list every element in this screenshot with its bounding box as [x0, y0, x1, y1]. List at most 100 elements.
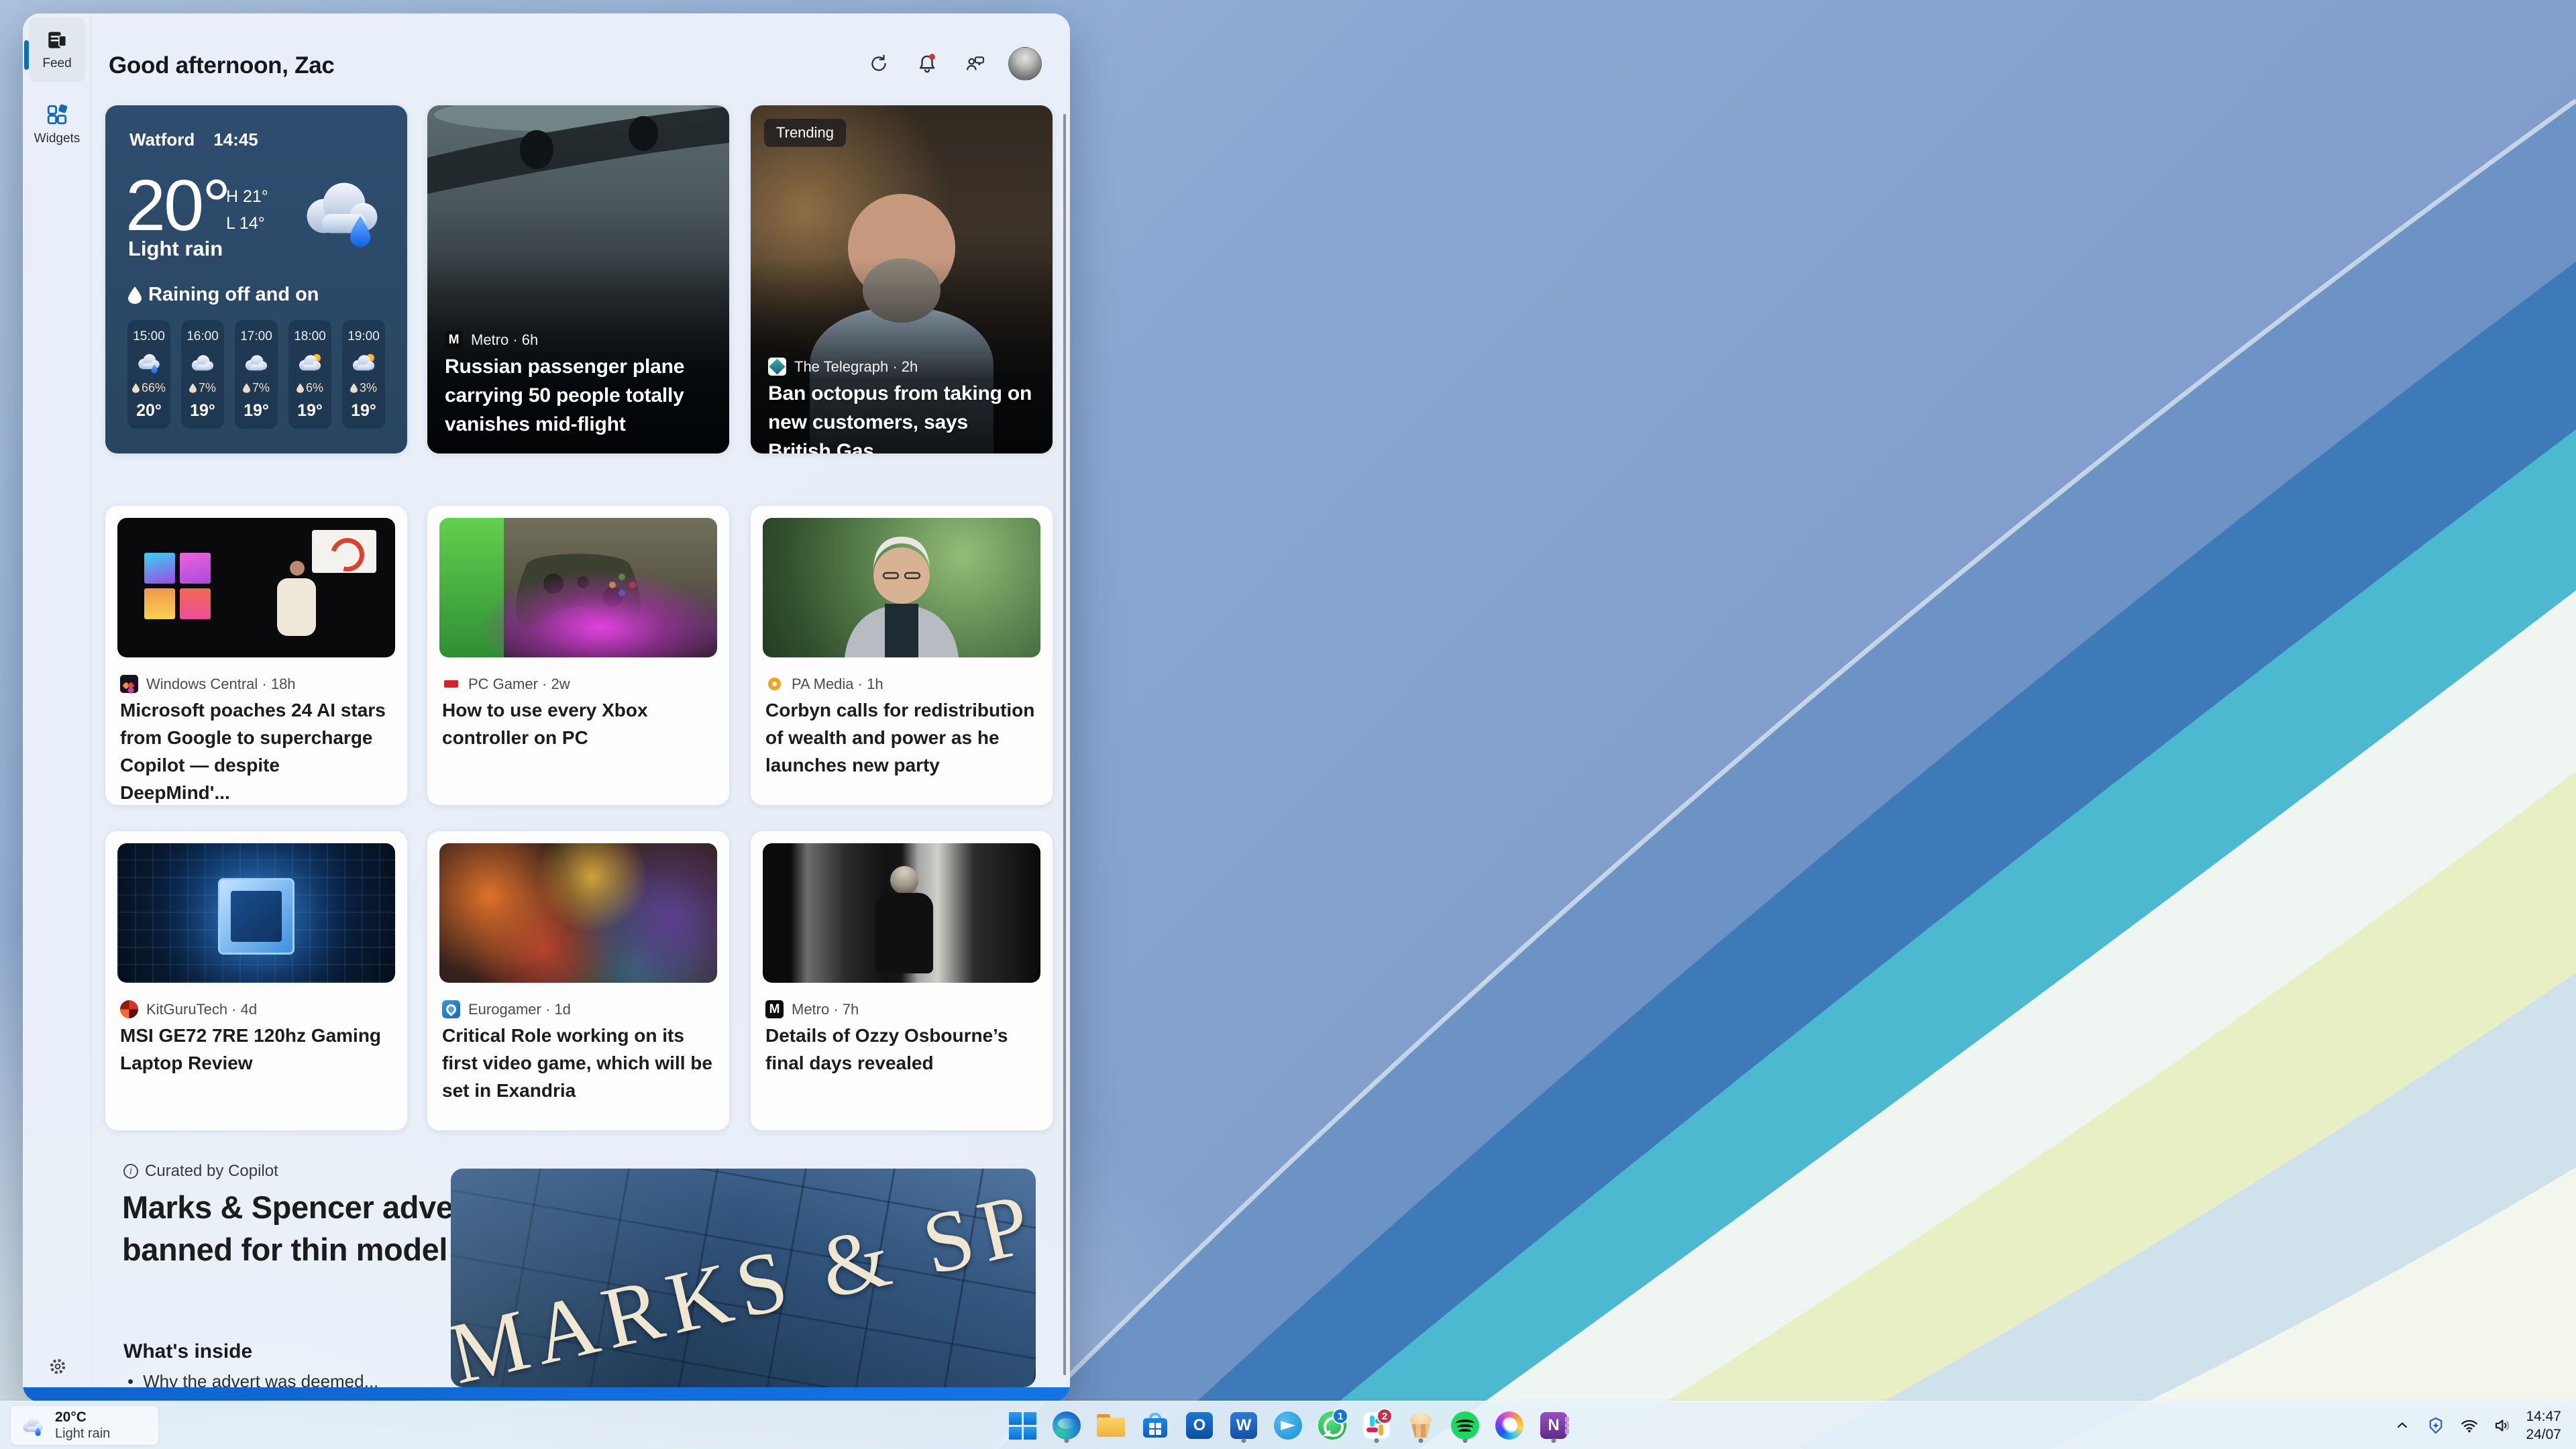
- weather-condition: Light rain: [128, 237, 223, 261]
- hour-tile[interactable]: 15:00 66% 20°: [127, 320, 170, 429]
- word-icon: W: [1230, 1412, 1257, 1439]
- source-row: M Metro · 6h: [445, 331, 538, 349]
- feedback-button[interactable]: [960, 48, 991, 79]
- taskbar-weather-temp: 20°C: [55, 1409, 110, 1426]
- article-image: [763, 518, 1040, 657]
- source-meta: Eurogamer · 1d: [468, 1001, 571, 1018]
- onenote-icon: N: [1540, 1412, 1567, 1439]
- source-row: The Telegraph · 2h: [768, 358, 918, 376]
- whats-inside-heading: What's inside: [123, 1340, 252, 1363]
- windows-central-logo: [120, 675, 138, 693]
- running-indicator-dot: [1375, 1438, 1379, 1443]
- taskbar-store-button[interactable]: [1139, 1407, 1171, 1444]
- article-image: [117, 518, 395, 657]
- raindrop-icon: [243, 383, 250, 393]
- weather-alert: Raining off and on: [128, 284, 319, 306]
- panel-sidebar: Feed Widgets: [23, 13, 91, 1402]
- copilot-headline[interactable]: Marks & Spencer advert banned for thin m…: [122, 1186, 484, 1271]
- news-card[interactable]: Trending The Telegraph · 2h Ban octopus …: [751, 105, 1053, 453]
- weather-high-low: H 21° L 14°: [226, 183, 268, 237]
- pa-media-logo: [765, 675, 784, 693]
- source-row: PC Gamer · 2w: [442, 675, 570, 693]
- hour-tile[interactable]: 19:00 3% 19°: [342, 320, 385, 429]
- taskbar-spotify-button[interactable]: [1449, 1407, 1481, 1444]
- slack-badge: 2: [1377, 1408, 1393, 1424]
- cloud-rain-icon: [133, 350, 164, 374]
- source-row: Windows Central · 18h: [120, 675, 296, 693]
- network-button[interactable]: [2455, 1408, 2484, 1443]
- taskbar-copilot-button[interactable]: [1493, 1407, 1525, 1444]
- cloud-sun-icon: [348, 350, 379, 374]
- taskbar-file-explorer-button[interactable]: [1095, 1407, 1127, 1444]
- chevron-up-icon: [2394, 1417, 2411, 1434]
- hidden-icons-button[interactable]: [2387, 1408, 2417, 1443]
- cutoff-card-strip: [23, 1387, 1070, 1402]
- source-meta: PA Media · 1h: [792, 676, 883, 693]
- taskbar-word-button[interactable]: W: [1228, 1407, 1260, 1444]
- gear-icon: [48, 1356, 68, 1377]
- volume-button[interactable]: [2488, 1408, 2518, 1443]
- header-actions: [863, 47, 1042, 80]
- taskbar-whatsapp-button[interactable]: 1: [1316, 1407, 1348, 1444]
- raindrop-icon: [189, 383, 197, 393]
- news-card[interactable]: PA Media · 1h Corbyn calls for redistrib…: [751, 506, 1053, 805]
- taskbar-onenote-button[interactable]: N: [1538, 1407, 1570, 1444]
- cloud-sun-icon: [294, 350, 325, 374]
- eurogamer-logo: [442, 1000, 460, 1018]
- notifications-button[interactable]: [912, 48, 943, 79]
- desktop: { "panel": { "greeting": "Good afternoon…: [0, 0, 2576, 1449]
- refresh-button[interactable]: [863, 48, 894, 79]
- taskbar-edge-button[interactable]: [1051, 1407, 1083, 1444]
- speaker-icon: [2493, 1415, 2513, 1436]
- news-card[interactable]: Eurogamer · 1d Critical Role working on …: [427, 831, 729, 1130]
- news-title: Details of Ozzy Osbourne’s final days re…: [765, 1022, 1038, 1077]
- hour-tile[interactable]: 16:00 7% 19°: [181, 320, 224, 429]
- avatar[interactable]: [1008, 47, 1042, 80]
- taskbar-slack-button[interactable]: 2: [1360, 1407, 1393, 1444]
- edge-icon: [1053, 1411, 1081, 1440]
- sidebar-item-feed[interactable]: Feed: [29, 17, 85, 82]
- clock-time: 14:47: [2526, 1407, 2561, 1426]
- info-icon: i: [123, 1164, 138, 1179]
- weather-time: 14:45: [213, 129, 258, 150]
- cloud-icon: [241, 350, 272, 374]
- panel-scrollbar[interactable]: [1063, 114, 1066, 1375]
- taskbar-app-icons: O W 1 2 N: [1006, 1401, 1570, 1449]
- clock[interactable]: 14:47 24/07: [2522, 1407, 2568, 1444]
- raindrop-icon: [132, 383, 140, 393]
- weather-card[interactable]: Watford 14:45 20° H 21° L 14° Light rain…: [105, 105, 407, 453]
- taskbar-cupcake-app-button[interactable]: [1405, 1407, 1437, 1444]
- news-card[interactable]: M Metro · 6h Russian passenger plane car…: [427, 105, 729, 453]
- source-meta: Metro · 7h: [792, 1001, 859, 1018]
- wifi-icon: [2459, 1415, 2479, 1436]
- source-row: KitGuruTech · 4d: [120, 1000, 257, 1018]
- running-indicator-dot: [1242, 1438, 1246, 1443]
- raindrop-icon: [128, 286, 142, 304]
- hour-tile[interactable]: 17:00 7% 19°: [235, 320, 278, 429]
- news-title: How to use every Xbox controller on PC: [442, 696, 714, 751]
- source-meta: PC Gamer · 2w: [468, 676, 570, 693]
- telegraph-logo: [768, 358, 786, 376]
- start-button[interactable]: [1006, 1407, 1038, 1444]
- source-meta: KitGuruTech · 4d: [146, 1001, 257, 1018]
- sidebar-widgets-label: Widgets: [34, 131, 80, 146]
- news-card[interactable]: M Metro · 7h Details of Ozzy Osbourne’s …: [751, 831, 1053, 1130]
- selected-accent-pill: [24, 40, 29, 70]
- hour-tile[interactable]: 18:00 6% 19°: [288, 320, 331, 429]
- taskbar-outlook-button[interactable]: O: [1183, 1407, 1216, 1444]
- raindrop-icon: [350, 383, 358, 393]
- news-title: MSI GE72 7RE 120hz Gaming Laptop Review: [120, 1022, 392, 1077]
- sidebar-item-widgets[interactable]: Widgets: [29, 93, 85, 157]
- sidebar-feed-label: Feed: [42, 56, 71, 71]
- panel-settings-button[interactable]: [45, 1354, 70, 1379]
- copilot-article-image[interactable]: MARKS & SP: [451, 1169, 1036, 1387]
- news-card[interactable]: PC Gamer · 2w How to use every Xbox cont…: [427, 506, 729, 805]
- spotify-icon: [1451, 1411, 1479, 1440]
- taskbar-weather-widget[interactable]: 20°C Light rain: [11, 1406, 158, 1445]
- feed-icon: [46, 28, 68, 51]
- news-card[interactable]: KitGuruTech · 4d MSI GE72 7RE 120hz Gami…: [105, 831, 407, 1130]
- taskbar-telegram-button[interactable]: [1272, 1407, 1304, 1444]
- portrait-photo: [763, 518, 1040, 657]
- news-card[interactable]: Windows Central · 18h Microsoft poaches …: [105, 506, 407, 805]
- tray-app-button[interactable]: [2421, 1408, 2451, 1443]
